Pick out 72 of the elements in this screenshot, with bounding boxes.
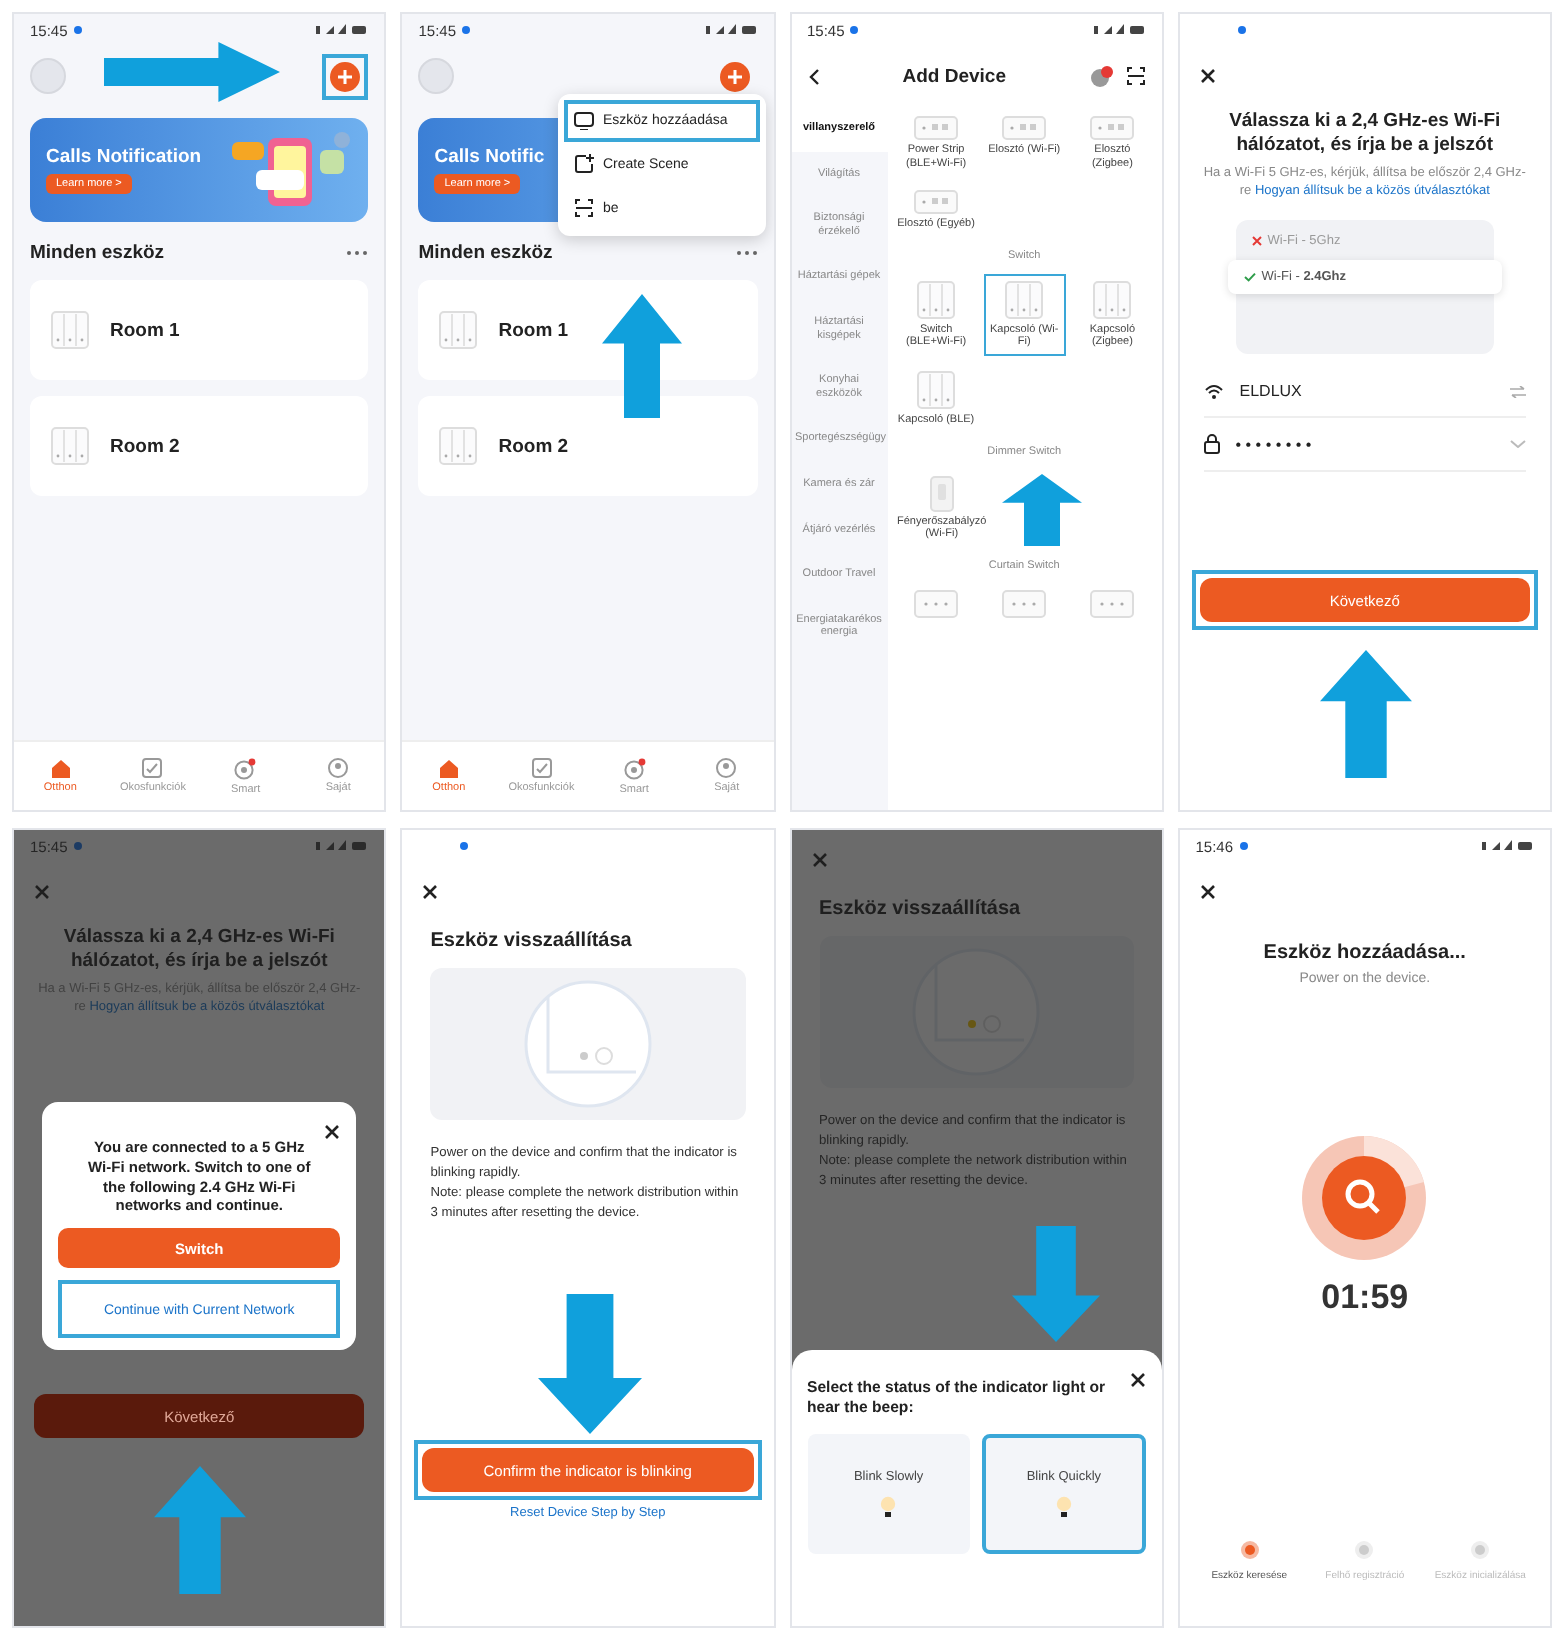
- banner-title: Calls Notific: [434, 146, 545, 168]
- add-button[interactable]: [330, 61, 361, 91]
- wall-switch-icon: [438, 310, 479, 350]
- password-field[interactable]: • • • • • • • •: [1235, 435, 1494, 454]
- more-icon[interactable]: [346, 250, 369, 256]
- home-icon: [49, 758, 72, 778]
- curtain-switch-icon: [1002, 589, 1047, 618]
- section-title: Minden eszköz: [30, 242, 165, 264]
- room-name: Room 2: [498, 435, 569, 457]
- section-title: Minden eszköz: [418, 242, 553, 264]
- bulb-icon: [1055, 1496, 1072, 1519]
- signal-battery-icon: [316, 840, 369, 852]
- room-card[interactable]: Room 2: [30, 396, 369, 496]
- signal-battery-icon: [316, 24, 369, 36]
- sheet-close-icon[interactable]: [1129, 1372, 1146, 1388]
- signal-battery-icon: [705, 24, 757, 36]
- wall-switch-icon: [438, 426, 479, 466]
- power-strip-icon: [914, 190, 959, 215]
- dimmer-icon: [929, 475, 954, 512]
- page-title: Válassza ki a 2,4 GHz-es Wi-Fi hálózatot, és írja be a jelszót: [61, 924, 337, 976]
- scan-icon[interactable]: [1125, 66, 1146, 86]
- curtain-switch-icon: [1090, 589, 1135, 618]
- checklist-icon: [142, 758, 163, 778]
- countdown-timer: 01:59: [1321, 1278, 1409, 1318]
- page-title: Eszköz visszaállítása: [428, 928, 634, 956]
- close-icon[interactable]: [1199, 68, 1216, 84]
- person-icon: [328, 758, 349, 778]
- network-name-field[interactable]: ELDLUX: [1239, 382, 1494, 401]
- home-icon: [437, 758, 460, 778]
- plus-icon: [727, 69, 741, 83]
- page-title: Add Device: [900, 65, 1008, 87]
- swap-icon[interactable]: [1510, 385, 1526, 398]
- smart-badge-icon: [234, 757, 257, 779]
- scan-icon: [573, 198, 593, 218]
- page-title: Eszköz hozzáadása...: [1261, 940, 1468, 968]
- room-card[interactable]: Room 1: [30, 280, 369, 380]
- power-strip-icon: [914, 116, 959, 140]
- page-title: Válassza ki a 2,4 GHz-es Wi-Fi hálózatot, és írja be a jelszót: [1227, 108, 1503, 160]
- bulb-icon: [880, 1496, 897, 1519]
- notification-badge-icon[interactable]: [1089, 65, 1114, 87]
- signal-battery-icon: [1093, 24, 1146, 36]
- close-icon[interactable]: [1199, 884, 1216, 900]
- checklist-icon: [531, 758, 552, 778]
- chevron-down-icon[interactable]: [1510, 440, 1526, 449]
- person-icon: [716, 758, 737, 778]
- room-card[interactable]: Room 2: [418, 396, 757, 496]
- wall-switch-icon: [50, 426, 90, 466]
- signal-battery-icon: [1482, 840, 1534, 852]
- smart-badge-icon: [623, 757, 646, 779]
- plus-icon: [338, 69, 353, 83]
- wall-switch-icon: [916, 279, 957, 320]
- page-title: Eszköz visszaállítása: [817, 896, 1023, 924]
- wall-switch-icon: [916, 369, 957, 410]
- add-button[interactable]: [719, 61, 749, 91]
- back-icon[interactable]: [807, 67, 819, 85]
- room-name: Room 1: [110, 319, 180, 341]
- more-icon[interactable]: [735, 250, 757, 256]
- room-name: Room 1: [498, 319, 569, 341]
- wifi-icon: [1203, 383, 1224, 400]
- power-strip-icon: [1002, 116, 1047, 140]
- wall-switch-icon: [1092, 279, 1133, 320]
- room-name: Room 2: [110, 435, 180, 457]
- lock-icon: [1203, 434, 1220, 455]
- power-strip-icon: [1090, 116, 1135, 140]
- wall-switch-icon: [50, 310, 90, 350]
- curtain-switch-icon: [914, 589, 959, 618]
- banner-title: Calls Notification: [46, 146, 202, 168]
- close-icon[interactable]: [422, 884, 439, 900]
- room-card[interactable]: Room 1: [418, 280, 757, 380]
- search-spinner-drawing: [1300, 1134, 1429, 1262]
- dialog-close-icon[interactable]: [324, 1124, 341, 1140]
- wall-switch-icon: [1004, 279, 1045, 320]
